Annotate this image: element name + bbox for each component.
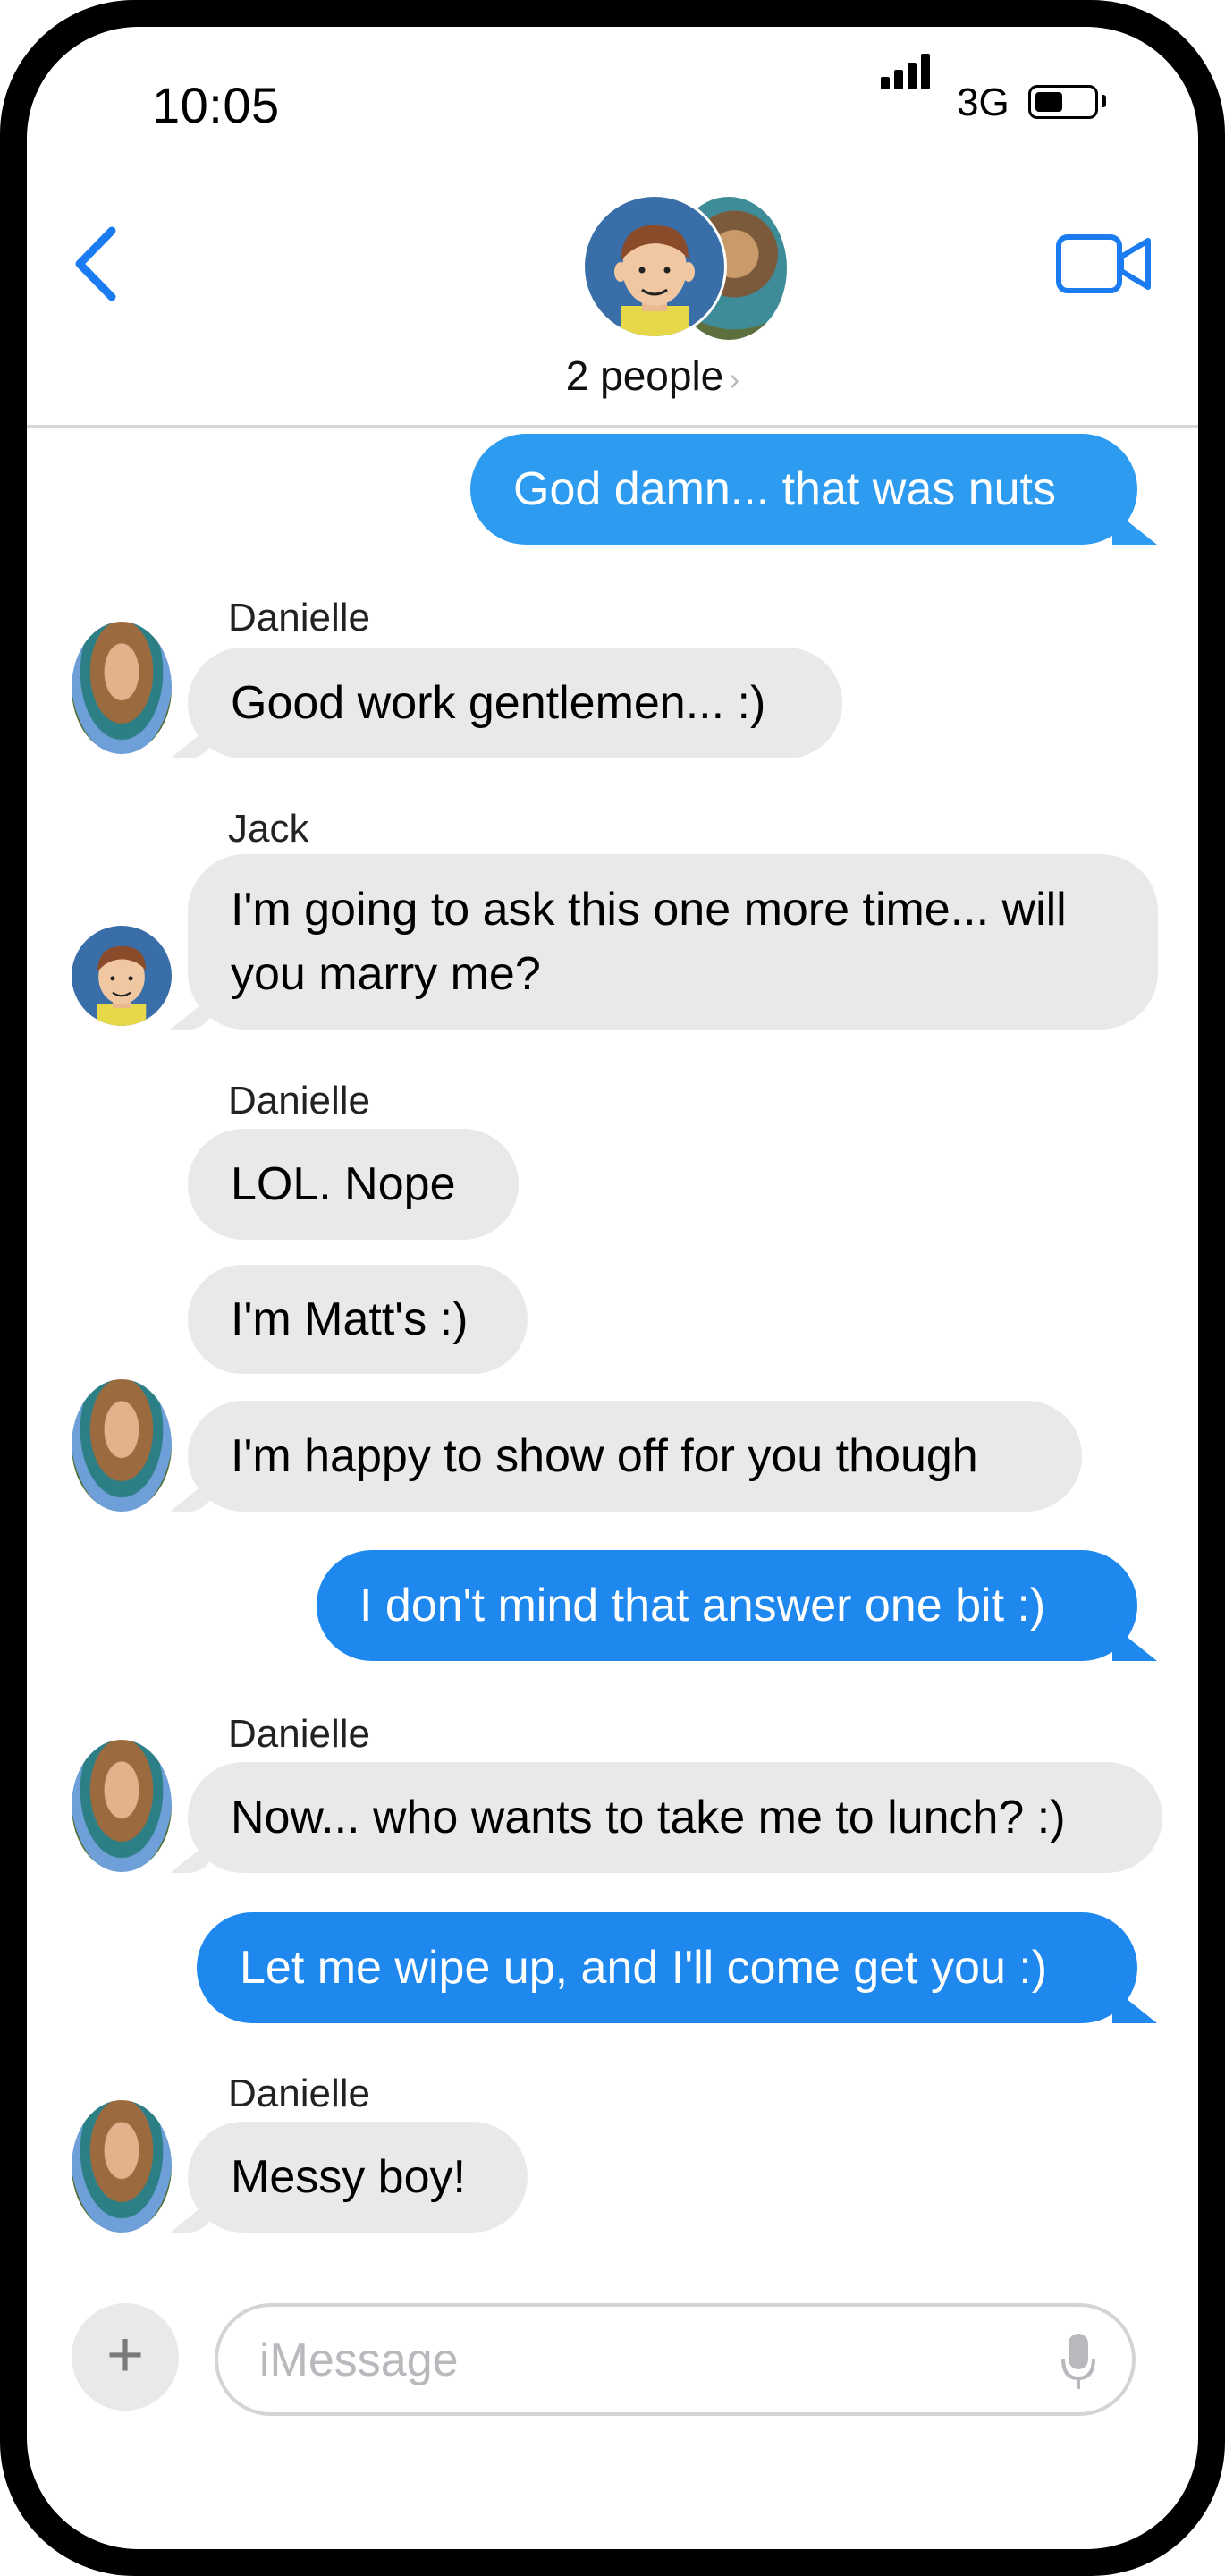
battery-icon (1028, 85, 1098, 119)
message-bubble-incoming[interactable]: I'm happy to show off for you though (188, 1401, 1082, 1512)
sender-name: Danielle (228, 596, 370, 640)
message-bubble-incoming[interactable]: Good work gentlemen... :) (188, 648, 842, 758)
imessage-input[interactable] (258, 2328, 1030, 2393)
message-bubble-incoming[interactable]: I'm going to ask this one more time... w… (188, 854, 1158, 1030)
sender-name: Danielle (228, 1079, 370, 1123)
group-avatar[interactable] (581, 197, 787, 349)
danielle-avatar (72, 622, 172, 754)
network-type: 3G (957, 80, 1010, 124)
message-bubble-outgoing[interactable]: Let me wipe up, and I'll come get you :) (197, 1912, 1137, 2023)
participants-label[interactable]: 2 people › (519, 352, 787, 400)
message-bubble-incoming[interactable]: Now... who wants to take me to lunch? :) (188, 1762, 1162, 1873)
add-attachment-button[interactable]: + (72, 2303, 179, 2411)
status-time: 10:05 (152, 77, 280, 133)
microphone-icon[interactable] (1060, 2332, 1096, 2391)
jack-avatar (585, 197, 724, 336)
danielle-avatar (72, 2100, 172, 2233)
message-bubble-incoming[interactable]: Messy boy! (188, 2122, 528, 2233)
header-divider (27, 425, 1198, 428)
sender-name: Danielle (228, 2072, 370, 2115)
message-bubble-incoming[interactable]: I'm Matt's :) (188, 1265, 528, 1374)
messages-screen: 10:05 3G 2 people › God damn... that was… (27, 27, 1198, 2549)
phone-frame: 10:05 3G 2 people › God damn... that was… (0, 0, 1225, 2576)
video-call-icon[interactable] (1055, 228, 1153, 300)
message-bubble-outgoing[interactable]: God damn... that was nuts (470, 434, 1137, 545)
danielle-avatar (72, 1740, 172, 1872)
message-bubble-outgoing[interactable]: I don't mind that answer one bit :) (317, 1550, 1137, 1661)
danielle-avatar (72, 1379, 172, 1512)
jack-avatar (72, 926, 172, 1026)
imessage-input-container[interactable] (215, 2303, 1136, 2416)
chevron-right-icon: › (729, 360, 740, 397)
back-chevron-icon[interactable] (67, 224, 130, 304)
sender-name: Jack (228, 807, 309, 851)
message-bubble-incoming[interactable]: LOL. Nope (188, 1129, 519, 1240)
sender-name: Danielle (228, 1712, 370, 1756)
